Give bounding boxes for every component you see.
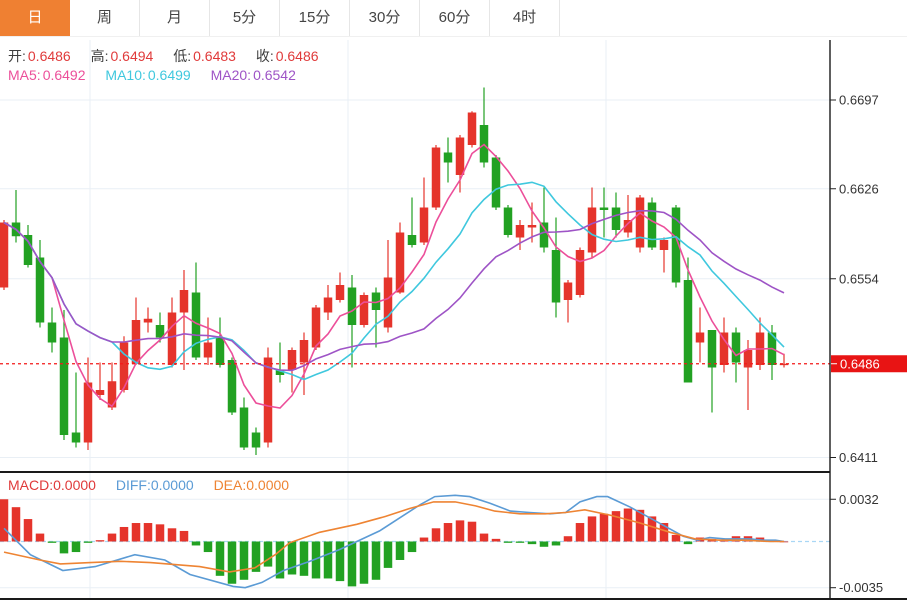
ma-line-10 [3, 181, 785, 381]
ma10-value: 0.6499 [147, 67, 191, 83]
tab-week[interactable]: 周 [70, 0, 140, 36]
ohlc-readout: 开: 0.6486 高: 0.6494 低: 0.6483 收: 0.6486 [8, 46, 335, 66]
low-label: 低: [173, 48, 192, 64]
ma20-label: MA20: [210, 67, 252, 83]
svg-text:0.6626: 0.6626 [839, 181, 879, 196]
open-label: 开: [8, 48, 26, 64]
ma20-value: 0.6542 [253, 67, 296, 83]
low-value: 0.6483 [193, 48, 236, 64]
macd-panel [0, 494, 830, 589]
gridlines [0, 40, 830, 599]
dea-value: 0.0000 [246, 477, 290, 493]
tab-30min[interactable]: 30分 [350, 0, 420, 36]
macd-readout: MACD:0.0000 DIFF:0.0000 DEA:0.0000 [8, 477, 305, 493]
svg-text:0.6411: 0.6411 [839, 450, 878, 465]
close-label: 收: [255, 48, 274, 64]
dea-label: DEA: [213, 477, 247, 493]
chart-canvas[interactable]: 0.66970.66260.65540.64110.0032-0.00350.6… [0, 0, 907, 601]
macd-label: MACD: [8, 477, 54, 493]
kline-chart-app: 0.6697 0.6626 0.6554 0.6411 0.0032 -0.0035 0.6… [0, 0, 907, 601]
tab-day[interactable]: 日 [0, 0, 70, 36]
ma-readout: MA5: 0.6492 MA10: 0.6499 MA20: 0.6542 [8, 67, 312, 83]
tab-month[interactable]: 月 [140, 0, 210, 36]
svg-text:0.6486: 0.6486 [840, 356, 880, 371]
svg-text:-0.0035: -0.0035 [839, 580, 883, 595]
close-value: 0.6486 [275, 48, 319, 64]
ma10-label: MA10: [105, 67, 146, 83]
tab-15min[interactable]: 15分 [280, 0, 350, 36]
period-tabbar: 日周月 5分 15分 30分 60分 4时 [0, 0, 907, 37]
tab-4hour[interactable]: 4时 [490, 0, 560, 36]
macd-value: 0.0000 [53, 477, 96, 493]
high-value: 0.6494 [110, 48, 154, 64]
svg-text:0.0032: 0.0032 [839, 492, 879, 507]
candles [0, 87, 789, 455]
current-price-badge: 0.6486 [831, 355, 907, 373]
diff-label: DIFF: [115, 477, 151, 493]
diff-value: 0.0000 [150, 477, 194, 493]
ma5-label: MA5: [8, 67, 41, 83]
price-axis: 0.6697 0.6626 0.6554 0.6411 0.0032 -0.0035 [830, 93, 883, 595]
ma5-value: 0.6492 [42, 67, 86, 83]
open-value: 0.6486 [27, 48, 71, 64]
svg-text:0.6554: 0.6554 [839, 271, 879, 286]
svg-text:0.6697: 0.6697 [839, 93, 879, 108]
tab-5min[interactable]: 5分 [210, 0, 280, 36]
tab-60min[interactable]: 60分 [420, 0, 490, 36]
high-label: 高: [90, 48, 109, 64]
